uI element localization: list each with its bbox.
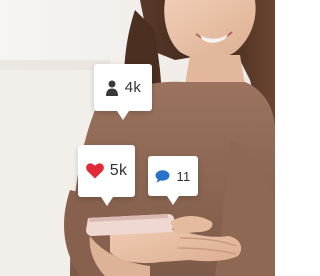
photo-scene: 4k 5k 11: [0, 0, 275, 276]
comments-count: 11: [176, 168, 191, 184]
followers-count: 4k: [124, 79, 142, 96]
followers-notification: 4k: [94, 64, 152, 120]
heart-icon: [85, 163, 104, 179]
likes-count: 5k: [109, 162, 128, 179]
likes-notification: 5k: [78, 145, 135, 206]
person-icon: [105, 80, 119, 96]
speech-bubble-icon: [155, 169, 170, 183]
comments-notification: 11: [148, 156, 198, 205]
woman-using-smartphone-photo: [0, 0, 275, 276]
